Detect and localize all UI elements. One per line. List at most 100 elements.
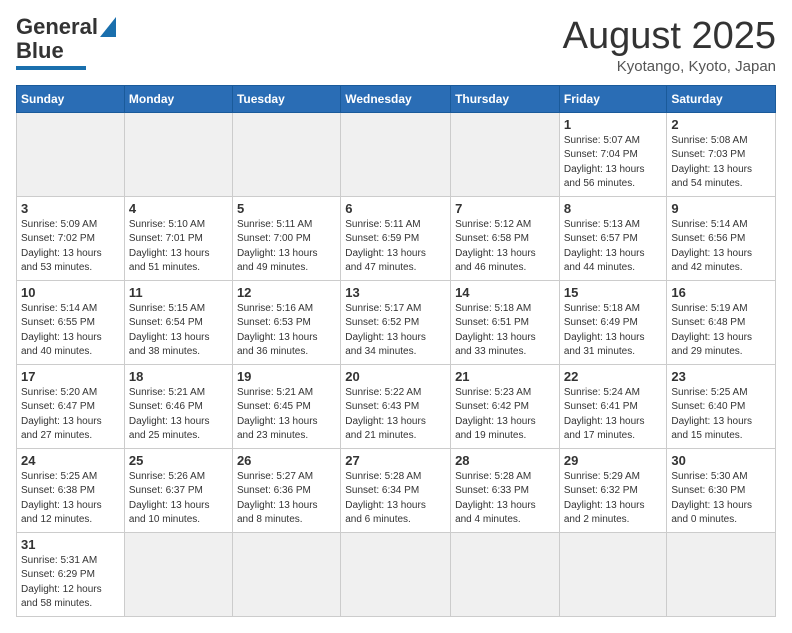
- day-number: 2: [671, 117, 771, 132]
- day-number: 9: [671, 201, 771, 216]
- calendar-cell: 7 Sunrise: 5:12 AM Sunset: 6:58 PM Daylig…: [451, 196, 560, 280]
- calendar-cell: 15 Sunrise: 5:18 AM Sunset: 6:49 PM Dayli…: [559, 280, 667, 364]
- calendar-cell: 14 Sunrise: 5:18 AM Sunset: 6:51 PM Dayli…: [451, 280, 560, 364]
- logo-blue-text: Blue: [16, 38, 64, 64]
- day-number: 18: [129, 369, 228, 384]
- day-info: Sunrise: 5:11 AM Sunset: 7:00 PM Dayligh…: [237, 218, 336, 276]
- calendar-cell: 4Sunrise: 5:10 AM Sunset: 7:01 PM Daylig…: [124, 196, 232, 280]
- calendar-cell: 11 Sunrise: 5:15 AM Sunset: 6:54 PM Dayli…: [124, 280, 232, 364]
- day-number: 21: [455, 369, 555, 384]
- day-info: Sunrise: 5:23 AM Sunset: 6:42 PM Dayligh…: [455, 386, 555, 444]
- calendar-cell: 2 Sunrise: 5:08 AM Sunset: 7:03 PM Daylig…: [667, 112, 776, 196]
- calendar-cell: 1 Sunrise: 5:07 AM Sunset: 7:04 PM Daylig…: [559, 112, 667, 196]
- weekday-header: Saturday: [667, 85, 776, 112]
- day-info: Sunrise: 5:30 AM Sunset: 6:30 PM Dayligh…: [671, 470, 771, 528]
- calendar-cell: 20Sunrise: 5:22 AM Sunset: 6:43 PM Dayli…: [341, 364, 451, 448]
- logo-bar: [16, 66, 86, 70]
- day-number: 4: [129, 201, 228, 216]
- weekday-header-row: SundayMondayTuesdayWednesdayThursdayFrid…: [17, 85, 776, 112]
- day-info: Sunrise: 5:17 AM Sunset: 6:52 PM Dayligh…: [345, 302, 446, 360]
- day-number: 12: [237, 285, 336, 300]
- calendar-cell: 26Sunrise: 5:27 AM Sunset: 6:36 PM Dayli…: [232, 448, 340, 532]
- day-number: 26: [237, 453, 336, 468]
- weekday-header: Tuesday: [232, 85, 340, 112]
- day-info: Sunrise: 5:16 AM Sunset: 6:53 PM Dayligh…: [237, 302, 336, 360]
- day-number: 17: [21, 369, 120, 384]
- day-number: 23: [671, 369, 771, 384]
- day-info: Sunrise: 5:20 AM Sunset: 6:47 PM Dayligh…: [21, 386, 120, 444]
- calendar-cell: 18 Sunrise: 5:21 AM Sunset: 6:46 PM Dayli…: [124, 364, 232, 448]
- day-info: Sunrise: 5:18 AM Sunset: 6:51 PM Dayligh…: [455, 302, 555, 360]
- calendar-cell: 8 Sunrise: 5:13 AM Sunset: 6:57 PM Daylig…: [559, 196, 667, 280]
- calendar-week-row: 1 Sunrise: 5:07 AM Sunset: 7:04 PM Daylig…: [17, 112, 776, 196]
- day-number: 5: [237, 201, 336, 216]
- day-number: 24: [21, 453, 120, 468]
- day-info: Sunrise: 5:28 AM Sunset: 6:34 PM Dayligh…: [345, 470, 446, 528]
- calendar-week-row: 17 Sunrise: 5:20 AM Sunset: 6:47 PM Dayli…: [17, 364, 776, 448]
- calendar-cell: [232, 532, 340, 616]
- calendar-cell: 27Sunrise: 5:28 AM Sunset: 6:34 PM Dayli…: [341, 448, 451, 532]
- calendar-cell: 9 Sunrise: 5:14 AM Sunset: 6:56 PM Daylig…: [667, 196, 776, 280]
- calendar-cell: 19Sunrise: 5:21 AM Sunset: 6:45 PM Dayli…: [232, 364, 340, 448]
- calendar-cell: [451, 112, 560, 196]
- calendar-cell: 3 Sunrise: 5:09 AM Sunset: 7:02 PM Daylig…: [17, 196, 125, 280]
- calendar-cell: 23 Sunrise: 5:25 AM Sunset: 6:40 PM Dayli…: [667, 364, 776, 448]
- day-info: Sunrise: 5:21 AM Sunset: 6:46 PM Dayligh…: [129, 386, 228, 444]
- calendar-cell: 28Sunrise: 5:28 AM Sunset: 6:33 PM Dayli…: [451, 448, 560, 532]
- day-number: 7: [455, 201, 555, 216]
- calendar-cell: 29 Sunrise: 5:29 AM Sunset: 6:32 PM Dayli…: [559, 448, 667, 532]
- day-info: Sunrise: 5:15 AM Sunset: 6:54 PM Dayligh…: [129, 302, 228, 360]
- weekday-header: Friday: [559, 85, 667, 112]
- day-info: Sunrise: 5:21 AM Sunset: 6:45 PM Dayligh…: [237, 386, 336, 444]
- weekday-header: Thursday: [451, 85, 560, 112]
- day-info: Sunrise: 5:14 AM Sunset: 6:56 PM Dayligh…: [671, 218, 771, 276]
- calendar-week-row: 31 Sunrise: 5:31 AM Sunset: 6:29 PM Dayli…: [17, 532, 776, 616]
- day-number: 3: [21, 201, 120, 216]
- day-number: 8: [564, 201, 663, 216]
- calendar-cell: 30Sunrise: 5:30 AM Sunset: 6:30 PM Dayli…: [667, 448, 776, 532]
- weekday-header: Monday: [124, 85, 232, 112]
- day-number: 13: [345, 285, 446, 300]
- calendar-cell: 13 Sunrise: 5:17 AM Sunset: 6:52 PM Dayli…: [341, 280, 451, 364]
- day-info: Sunrise: 5:31 AM Sunset: 6:29 PM Dayligh…: [21, 554, 120, 612]
- logo-text: General: [16, 16, 98, 38]
- title-area: August 2025 Kyotango, Kyoto, Japan: [563, 16, 776, 75]
- day-number: 14: [455, 285, 555, 300]
- day-number: 29: [564, 453, 663, 468]
- day-number: 1: [564, 117, 663, 132]
- day-number: 16: [671, 285, 771, 300]
- day-info: Sunrise: 5:13 AM Sunset: 6:57 PM Dayligh…: [564, 218, 663, 276]
- calendar-cell: 10 Sunrise: 5:14 AM Sunset: 6:55 PM Dayli…: [17, 280, 125, 364]
- day-number: 15: [564, 285, 663, 300]
- weekday-header: Wednesday: [341, 85, 451, 112]
- calendar-week-row: 10 Sunrise: 5:14 AM Sunset: 6:55 PM Dayli…: [17, 280, 776, 364]
- day-info: Sunrise: 5:25 AM Sunset: 6:38 PM Dayligh…: [21, 470, 120, 528]
- weekday-header: Sunday: [17, 85, 125, 112]
- day-info: Sunrise: 5:07 AM Sunset: 7:04 PM Dayligh…: [564, 134, 663, 192]
- calendar-cell: 17 Sunrise: 5:20 AM Sunset: 6:47 PM Dayli…: [17, 364, 125, 448]
- day-info: Sunrise: 5:14 AM Sunset: 6:55 PM Dayligh…: [21, 302, 120, 360]
- day-info: Sunrise: 5:18 AM Sunset: 6:49 PM Dayligh…: [564, 302, 663, 360]
- calendar-cell: [341, 532, 451, 616]
- calendar-cell: 16Sunrise: 5:19 AM Sunset: 6:48 PM Dayli…: [667, 280, 776, 364]
- calendar-cell: [124, 532, 232, 616]
- month-title: August 2025: [563, 16, 776, 58]
- day-info: Sunrise: 5:24 AM Sunset: 6:41 PM Dayligh…: [564, 386, 663, 444]
- day-info: Sunrise: 5:09 AM Sunset: 7:02 PM Dayligh…: [21, 218, 120, 276]
- location: Kyotango, Kyoto, Japan: [563, 58, 776, 75]
- calendar-cell: [451, 532, 560, 616]
- day-info: Sunrise: 5:22 AM Sunset: 6:43 PM Dayligh…: [345, 386, 446, 444]
- calendar-cell: 6Sunrise: 5:11 AM Sunset: 6:59 PM Daylig…: [341, 196, 451, 280]
- day-info: Sunrise: 5:11 AM Sunset: 6:59 PM Dayligh…: [345, 218, 446, 276]
- day-info: Sunrise: 5:29 AM Sunset: 6:32 PM Dayligh…: [564, 470, 663, 528]
- calendar-cell: 22Sunrise: 5:24 AM Sunset: 6:41 PM Dayli…: [559, 364, 667, 448]
- day-info: Sunrise: 5:25 AM Sunset: 6:40 PM Dayligh…: [671, 386, 771, 444]
- calendar-week-row: 24 Sunrise: 5:25 AM Sunset: 6:38 PM Dayli…: [17, 448, 776, 532]
- day-number: 11: [129, 285, 228, 300]
- day-info: Sunrise: 5:08 AM Sunset: 7:03 PM Dayligh…: [671, 134, 771, 192]
- calendar-cell: [559, 532, 667, 616]
- day-info: Sunrise: 5:12 AM Sunset: 6:58 PM Dayligh…: [455, 218, 555, 276]
- day-number: 31: [21, 537, 120, 552]
- calendar-cell: [232, 112, 340, 196]
- day-number: 10: [21, 285, 120, 300]
